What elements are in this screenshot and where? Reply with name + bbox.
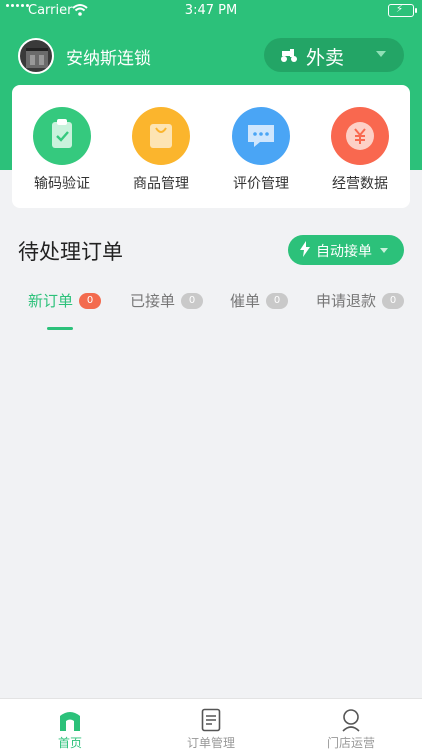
delivery-mode-label: 外卖 <box>306 47 345 69</box>
tab-label: 申请退款 <box>316 292 377 310</box>
tab-accepted[interactable]: 已接单 0 <box>130 290 204 311</box>
tab-label: 已接单 <box>130 292 176 310</box>
tab-new-orders[interactable]: 新订单 0 <box>28 290 102 311</box>
shopping-bag-icon <box>132 107 190 165</box>
nav-label: 订单管理 <box>186 736 235 750</box>
store-avatar[interactable] <box>18 38 54 74</box>
func-label: 输码验证 <box>34 176 90 192</box>
nav-home[interactable]: 首页 <box>0 699 140 750</box>
clock: 3:47 PM <box>184 3 238 18</box>
store-name[interactable]: 安纳斯连锁 <box>66 44 151 69</box>
nav-orders[interactable]: 订单管理 <box>141 699 281 750</box>
func-label: 商品管理 <box>133 176 189 192</box>
nav-store-ops[interactable]: 门店运营 <box>281 699 421 750</box>
home-icon <box>60 712 80 731</box>
bottom-nav: 首页 订单管理 门店运营 <box>0 698 422 750</box>
tab-reminders[interactable]: 催单 0 <box>230 290 289 311</box>
func-business-data[interactable]: 经营数据 <box>310 107 410 193</box>
chevron-down-icon <box>380 248 388 253</box>
battery-icon: ⚡ <box>388 4 417 17</box>
nav-label: 门店运营 <box>326 736 375 750</box>
tab-label: 催单 <box>230 292 261 310</box>
pending-orders-title: 待处理订单 <box>18 240 123 264</box>
tab-label: 新订单 <box>28 292 74 310</box>
auto-accept-button[interactable]: 自动接单 <box>288 235 404 265</box>
function-card: 输码验证 商品管理 评价管理 经营数据 <box>12 85 410 208</box>
chat-bubble-icon <box>232 107 290 165</box>
delivery-mode-select[interactable]: 外卖 <box>264 38 404 72</box>
scooter-icon <box>281 49 297 62</box>
func-products[interactable]: 商品管理 <box>111 107 211 193</box>
document-icon <box>201 708 221 732</box>
count-badge: 0 <box>79 292 102 309</box>
count-badge: 0 <box>266 292 289 309</box>
func-reviews[interactable]: 评价管理 <box>211 107 311 193</box>
count-badge: 0 <box>382 292 405 309</box>
yen-coin-icon <box>331 107 389 165</box>
auto-accept-label: 自动接单 <box>316 244 372 260</box>
func-verify-code[interactable]: 输码验证 <box>12 107 112 193</box>
chevron-down-icon <box>376 51 386 57</box>
status-bar: Carrier 3:47 PM ⚡ <box>0 0 422 22</box>
active-tab-indicator <box>47 327 73 330</box>
func-label: 经营数据 <box>332 176 388 192</box>
count-badge: 0 <box>181 292 204 309</box>
lightning-icon <box>300 241 310 257</box>
clipboard-check-icon <box>33 107 91 165</box>
store-person-icon <box>342 709 360 732</box>
tab-refund-requests[interactable]: 申请退款 0 <box>316 290 405 311</box>
nav-label: 首页 <box>57 736 82 750</box>
func-label: 评价管理 <box>233 176 289 192</box>
